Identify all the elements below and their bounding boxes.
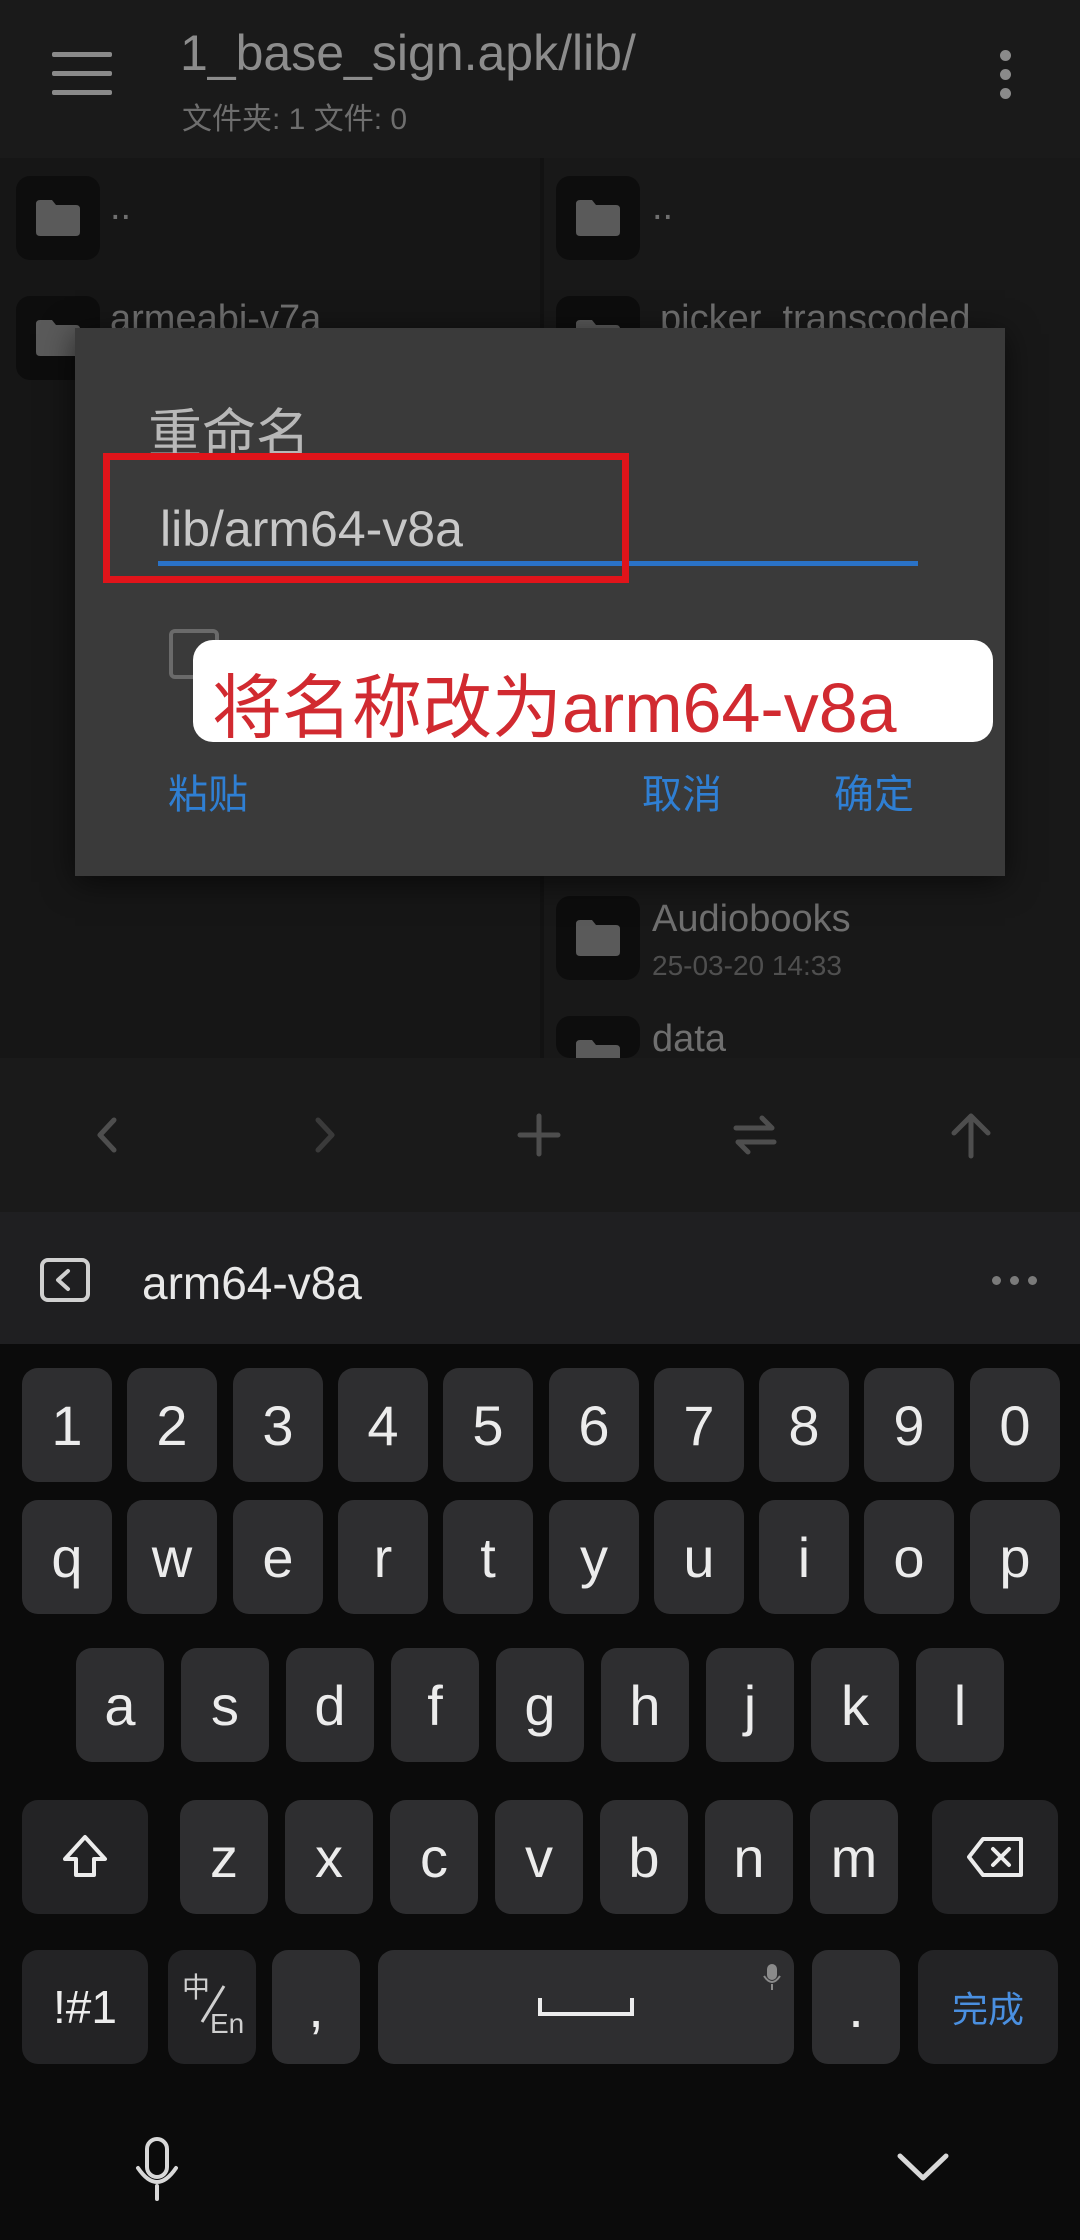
key[interactable]: 6	[549, 1368, 639, 1482]
space-key[interactable]	[378, 1950, 794, 2064]
key[interactable]: y	[549, 1500, 639, 1614]
shift-key[interactable]	[22, 1800, 148, 1914]
cancel-button[interactable]: 取消	[642, 762, 722, 820]
folder-icon[interactable]	[556, 896, 640, 980]
annotation-text: 将名称改为arm64-v8a	[212, 669, 897, 747]
key[interactable]: c	[390, 1800, 478, 1914]
folder-summary: 文件夹: 1 文件: 0	[182, 103, 408, 136]
key[interactable]: l	[916, 1648, 1004, 1762]
key[interactable]: g	[496, 1648, 584, 1762]
key[interactable]: j	[706, 1648, 794, 1762]
up-arrow-icon[interactable]	[946, 1110, 996, 1160]
key[interactable]: 3	[233, 1368, 323, 1482]
folder-icon[interactable]	[556, 176, 640, 260]
key[interactable]: 2	[127, 1368, 217, 1482]
folder-icon[interactable]	[16, 176, 100, 260]
key[interactable]: p	[970, 1500, 1060, 1614]
key[interactable]: t	[443, 1500, 533, 1614]
key[interactable]: 4	[338, 1368, 428, 1482]
back-arrow-icon[interactable]	[82, 1110, 132, 1160]
key[interactable]: r	[338, 1500, 428, 1614]
list-item[interactable]: ..	[110, 186, 131, 229]
paste-button[interactable]: 粘贴	[168, 762, 248, 820]
swap-icon[interactable]	[730, 1110, 780, 1160]
page-title: 1_base_sign.apk/lib/	[180, 25, 636, 81]
list-item[interactable]: data	[652, 1018, 726, 1058]
key[interactable]: h	[601, 1648, 689, 1762]
list-item[interactable]: Audiobooks	[652, 898, 851, 941]
mic-icon[interactable]	[134, 2136, 180, 2202]
more-horiz-icon[interactable]	[992, 1276, 1038, 1286]
key[interactable]: n	[705, 1800, 793, 1914]
key[interactable]: 9	[864, 1368, 954, 1482]
comma-key[interactable]: ,	[272, 1950, 360, 2064]
more-vert-icon[interactable]	[996, 50, 1016, 100]
item-date: 25-03-20 14:33	[652, 950, 842, 981]
key[interactable]: b	[600, 1800, 688, 1914]
key[interactable]: k	[811, 1648, 899, 1762]
list-item[interactable]: ..	[652, 186, 673, 229]
plus-icon[interactable]	[514, 1110, 564, 1160]
key[interactable]: 8	[759, 1368, 849, 1482]
period-key[interactable]: .	[812, 1950, 900, 2064]
key[interactable]: v	[495, 1800, 583, 1914]
backspace-key[interactable]	[932, 1800, 1058, 1914]
key[interactable]: 7	[654, 1368, 744, 1482]
keyboard-back-icon[interactable]	[40, 1258, 90, 1302]
done-key[interactable]: 完成	[918, 1950, 1058, 2064]
ok-button[interactable]: 确定	[834, 762, 914, 820]
forward-arrow-icon[interactable]	[300, 1110, 350, 1160]
menu-icon[interactable]	[52, 52, 112, 96]
key[interactable]: m	[810, 1800, 898, 1914]
key[interactable]: s	[181, 1648, 269, 1762]
key[interactable]: f	[391, 1648, 479, 1762]
key[interactable]: e	[233, 1500, 323, 1614]
backspace-icon	[967, 1837, 1023, 1877]
shift-icon	[63, 1835, 107, 1877]
key[interactable]: q	[22, 1500, 112, 1614]
key[interactable]: x	[285, 1800, 373, 1914]
key[interactable]: a	[76, 1648, 164, 1762]
slash-icon	[200, 1985, 226, 2023]
key[interactable]: z	[180, 1800, 268, 1914]
mic-icon	[763, 1964, 781, 1990]
key[interactable]: u	[654, 1500, 744, 1614]
folder-icon[interactable]	[556, 1016, 640, 1058]
key[interactable]: d	[286, 1648, 374, 1762]
chevron-down-icon[interactable]	[896, 2150, 950, 2184]
key[interactable]: w	[127, 1500, 217, 1614]
key[interactable]: 1	[22, 1368, 112, 1482]
key[interactable]: i	[759, 1500, 849, 1614]
language-key[interactable]: 中 En	[168, 1950, 256, 2064]
key[interactable]: 5	[443, 1368, 533, 1482]
key[interactable]: 0	[970, 1368, 1060, 1482]
symbols-key[interactable]: !#1	[22, 1950, 148, 2064]
suggestion-word[interactable]: arm64-v8a	[142, 1256, 362, 1310]
highlight-box	[103, 453, 629, 583]
space-icon	[538, 1998, 634, 2016]
key[interactable]: o	[864, 1500, 954, 1614]
